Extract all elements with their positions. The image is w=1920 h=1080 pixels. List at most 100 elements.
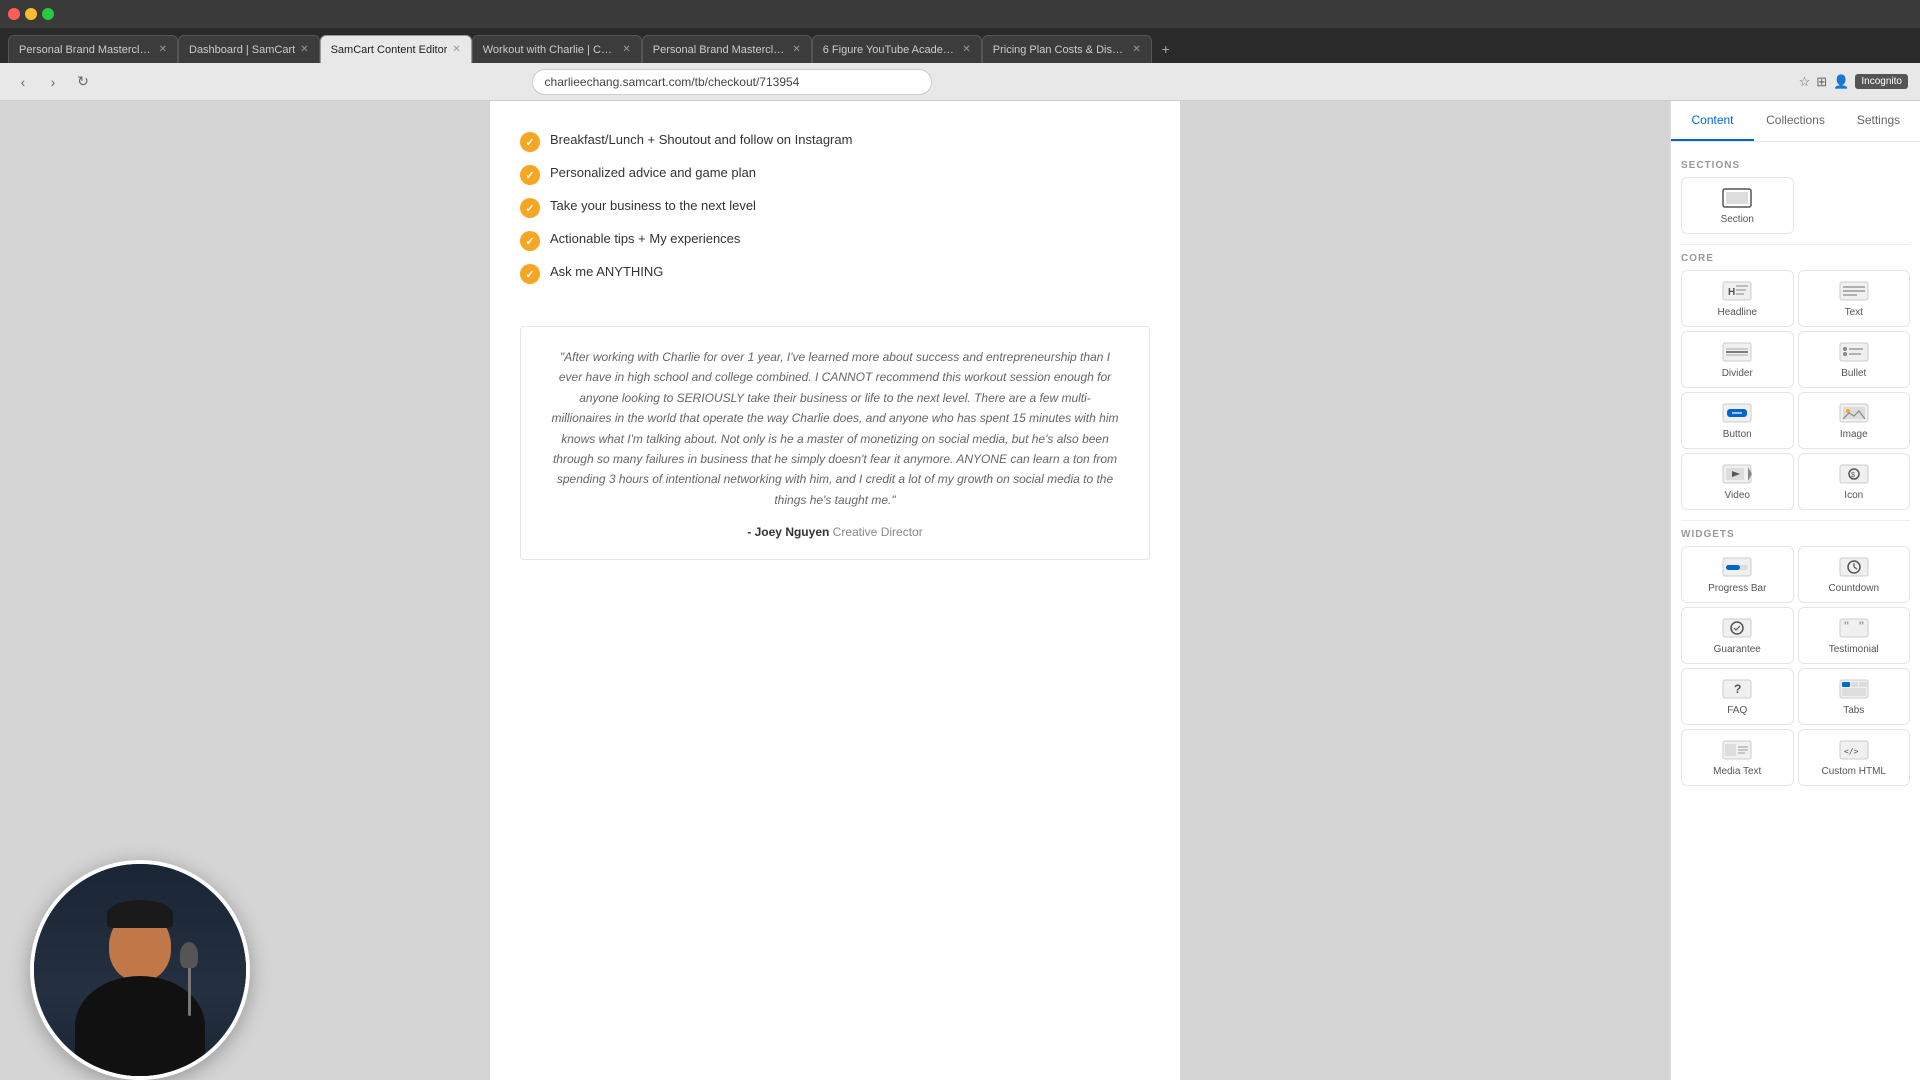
tabs-icon	[1838, 677, 1870, 701]
refresh-button[interactable]: ↻	[72, 71, 94, 93]
address-bar: ‹ › ↻ charlieechang.samcart.com/tb/check…	[0, 63, 1920, 101]
maximize-button[interactable]	[42, 8, 54, 20]
browser-chrome	[0, 0, 1920, 28]
svg-text:</>: </>	[1844, 747, 1859, 756]
new-tab-button[interactable]: +	[1152, 35, 1180, 63]
widgets-label: WIDGETS	[1681, 529, 1910, 540]
countdown-label: Countdown	[1828, 583, 1879, 594]
widget-divider[interactable]: Divider	[1681, 331, 1794, 388]
widget-media-text[interactable]: Media Text	[1681, 729, 1794, 786]
page-canvas: Breakfast/Lunch + Shoutout and follow on…	[0, 101, 1670, 1080]
guarantee-label: Guarantee	[1714, 644, 1761, 655]
bullet-list: Breakfast/Lunch + Shoutout and follow on…	[490, 121, 1180, 316]
avatar-image	[34, 864, 246, 1076]
author-title: Creative Director	[833, 525, 923, 539]
svg-text:": "	[1859, 618, 1864, 634]
tab-dashboard[interactable]: Dashboard | SamCart ✕	[178, 35, 320, 63]
right-sidebar: Content Collections Settings SECTIONS Se…	[1670, 101, 1920, 1080]
bullet-item-1: Breakfast/Lunch + Shoutout and follow on…	[520, 131, 1150, 152]
tab-close-icon[interactable]: ✕	[622, 44, 630, 55]
bullet-item-5: Ask me ANYTHING	[520, 263, 1150, 284]
tabs-label: Tabs	[1843, 705, 1864, 716]
address-field[interactable]: charlieechang.samcart.com/tb/checkout/71…	[532, 69, 932, 95]
avatar-container	[30, 860, 250, 1080]
testimonial-icon: " "	[1838, 616, 1870, 640]
incognito-badge: Incognito	[1855, 74, 1908, 89]
testimonial-section: "After working with Charlie for over 1 y…	[520, 326, 1150, 560]
faq-icon: ?	[1721, 677, 1753, 701]
widget-section[interactable]: Section	[1681, 177, 1794, 234]
section-label: Section	[1721, 214, 1754, 225]
bullet-check-icon-1	[520, 132, 540, 152]
tab-pricing[interactable]: Pricing Plan Costs & Discoun... ✕	[982, 35, 1152, 63]
widget-bullet[interactable]: Bullet	[1798, 331, 1911, 388]
bullet-check-icon-3	[520, 198, 540, 218]
button-label: Button	[1723, 429, 1752, 440]
progress-bar-icon	[1721, 555, 1753, 579]
widget-image[interactable]: Image	[1798, 392, 1911, 449]
bullet-text-2: Personalized advice and game plan	[550, 164, 756, 182]
sidebar-tabs: Content Collections Settings	[1671, 101, 1920, 142]
avatar	[30, 860, 250, 1080]
testimonial-widget-label: Testimonial	[1829, 644, 1879, 655]
tab-collections[interactable]: Collections	[1754, 101, 1837, 141]
close-button[interactable]	[8, 8, 20, 20]
widget-guarantee[interactable]: Guarantee	[1681, 607, 1794, 664]
tab-youtube-academy[interactable]: 6 Figure YouTube Academy | C... ✕	[812, 35, 982, 63]
bullet-text-4: Actionable tips + My experiences	[550, 230, 740, 248]
widget-tabs[interactable]: Tabs	[1798, 668, 1911, 725]
widget-countdown[interactable]: Countdown	[1798, 546, 1911, 603]
tab-bar: Personal Brand Masterclass ✕ Dashboard |…	[0, 28, 1920, 63]
extensions-icon[interactable]: ⊞	[1816, 74, 1827, 90]
tab-workout[interactable]: Workout with Charlie | Charti... ✕	[472, 35, 642, 63]
main-area: Breakfast/Lunch + Shoutout and follow on…	[0, 101, 1920, 1080]
tab-masterclass-b[interactable]: Personal Brand Masterclass B... ✕	[642, 35, 812, 63]
tab-close-icon[interactable]: ✕	[1132, 44, 1140, 55]
widget-video[interactable]: Video	[1681, 453, 1794, 510]
traffic-lights	[8, 8, 54, 20]
tab-content[interactable]: Content	[1671, 101, 1754, 141]
progress-bar-label: Progress Bar	[1708, 583, 1766, 594]
tab-personal-brand[interactable]: Personal Brand Masterclass ✕	[8, 35, 178, 63]
bookmark-icon[interactable]: ☆	[1799, 74, 1811, 90]
minimize-button[interactable]	[25, 8, 37, 20]
svg-text:$: $	[1851, 472, 1855, 479]
core-label: CORE	[1681, 253, 1910, 264]
headline-icon: H	[1721, 279, 1753, 303]
profile-icon[interactable]: 👤	[1833, 74, 1849, 90]
widget-headline[interactable]: H Headline	[1681, 270, 1794, 327]
bullet-icon	[1838, 340, 1870, 364]
forward-button[interactable]: ›	[42, 71, 64, 93]
widget-text[interactable]: Text	[1798, 270, 1911, 327]
tab-close-icon[interactable]: ✕	[452, 44, 460, 55]
widget-custom-html[interactable]: </> Custom HTML	[1798, 729, 1911, 786]
tab-settings[interactable]: Settings	[1837, 101, 1920, 141]
faq-label: FAQ	[1727, 705, 1747, 716]
bullet-check-icon-2	[520, 165, 540, 185]
text-icon	[1838, 279, 1870, 303]
tab-close-icon[interactable]: ✕	[792, 44, 800, 55]
widget-progress-bar[interactable]: Progress Bar	[1681, 546, 1794, 603]
countdown-icon	[1838, 555, 1870, 579]
tab-close-icon[interactable]: ✕	[159, 44, 167, 55]
bullet-item-2: Personalized advice and game plan	[520, 164, 1150, 185]
checkout-content: Breakfast/Lunch + Shoutout and follow on…	[490, 101, 1180, 1080]
svg-text:": "	[1844, 618, 1849, 634]
address-icons: ☆ ⊞ 👤 Incognito	[1799, 74, 1908, 90]
tab-close-icon[interactable]: ✕	[300, 44, 308, 55]
bullet-label: Bullet	[1841, 368, 1866, 379]
widget-icon[interactable]: $ Icon	[1798, 453, 1911, 510]
sections-label: SECTIONS	[1681, 160, 1910, 171]
widget-button[interactable]: Button	[1681, 392, 1794, 449]
widget-faq[interactable]: ? FAQ	[1681, 668, 1794, 725]
widget-testimonial[interactable]: " " Testimonial	[1798, 607, 1911, 664]
text-label: Text	[1845, 307, 1863, 318]
media-text-icon	[1721, 738, 1753, 762]
back-button[interactable]: ‹	[12, 71, 34, 93]
button-icon	[1721, 401, 1753, 425]
sections-divider	[1681, 244, 1910, 245]
widgets-grid: Progress Bar Countdown	[1681, 546, 1910, 786]
bullet-text-1: Breakfast/Lunch + Shoutout and follow on…	[550, 131, 852, 149]
tab-close-icon[interactable]: ✕	[962, 44, 970, 55]
tab-samcart-editor[interactable]: SamCart Content Editor ✕	[320, 35, 472, 63]
